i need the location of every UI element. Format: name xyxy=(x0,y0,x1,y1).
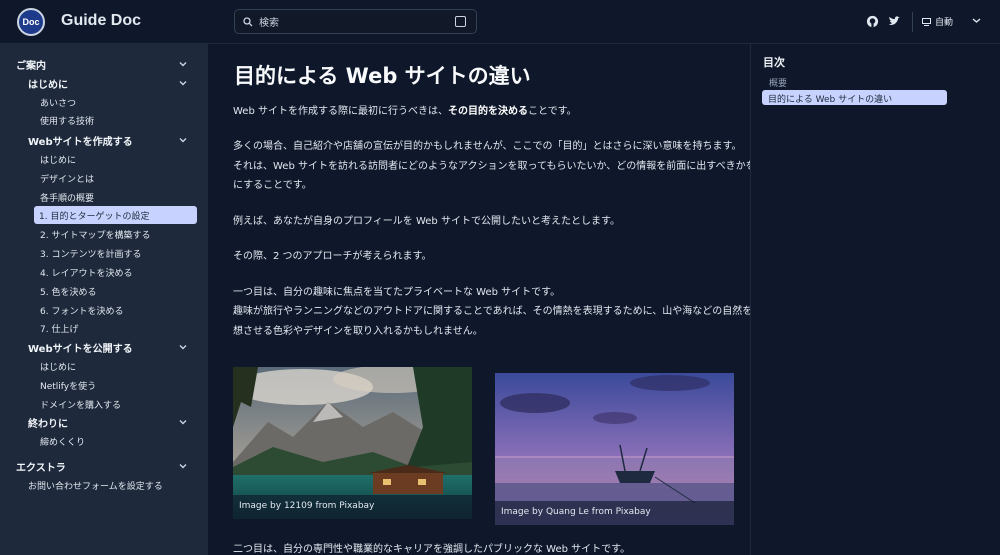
text-span: Web サイトを作成する際に最初に行うべきは、 xyxy=(233,106,448,117)
nav-label: 各手順の概要 xyxy=(40,193,95,204)
nav-label: はじめに xyxy=(40,155,77,166)
sidebar-item-step3[interactable]: 3. コンテンツを計画する xyxy=(0,244,208,262)
sidebar-section-extra[interactable]: エクストラ xyxy=(0,457,208,475)
nav-label: ドメインを購入する xyxy=(40,400,122,411)
sidebar-item-steps[interactable]: 各手順の概要 xyxy=(0,188,208,206)
paragraph-line: 多くの場合、自己紹介や店舗の宣伝が目的かもしれませんが、ここでの「目的」とはさら… xyxy=(233,141,742,152)
sidebar-item-shimekukuri[interactable]: 締めくくり xyxy=(0,432,208,450)
monitor-icon xyxy=(922,17,931,26)
sidebar-item-step7[interactable]: 7. 仕上げ xyxy=(0,319,208,337)
paragraph-line: その際、2 つのアプローチが考えられます。 xyxy=(233,251,432,262)
paragraph-line: 想させる色彩やデザインを取り入れるかもしれません。 xyxy=(233,326,483,337)
paragraph-line: それは、Web サイトを訪れる訪問者にどのようなアクションを取ってもらいたいか、… xyxy=(233,161,776,172)
nav-label: 4. レイアウトを決める xyxy=(40,268,133,279)
sidebar-item-form[interactable]: お問い合わせフォームを設定する xyxy=(0,476,208,494)
search-icon xyxy=(243,16,253,26)
header-divider xyxy=(912,12,913,32)
table-of-contents: 目次 概要 目的による Web サイトの違い xyxy=(750,44,1000,555)
theme-selector[interactable]: 自動 xyxy=(922,15,953,28)
section-label: 終わりに xyxy=(28,418,68,430)
toc-item-overview[interactable]: 概要 xyxy=(769,76,787,89)
nav-label: 1. 目的とターゲットの設定 xyxy=(39,212,150,222)
sidebar-nav: ご案内 はじめに あいさつ 使用する技術 Webサイトを作成する はじめに デザ… xyxy=(0,44,208,555)
chevron-down-icon xyxy=(179,138,187,143)
section-label: ご案内 xyxy=(16,60,46,72)
twitter-icon[interactable] xyxy=(887,14,901,28)
sidebar-item-step1-active[interactable]: 1. 目的とターゲットの設定 xyxy=(34,206,197,224)
nav-label: 3. コンテンツを計画する xyxy=(40,249,142,260)
paragraph-line: 一つ目は、自分の趣味に焦点を当てたプライベートな Web サイトです。 xyxy=(233,287,561,298)
top-header: Doc Guide Doc 検索 自動 xyxy=(0,0,1000,44)
paragraph-line: 趣味が旅行やランニングなどのアウトドアに関することであれば、その情熱を表現するた… xyxy=(233,306,763,317)
sidebar-item-hajimeni3[interactable]: はじめに xyxy=(0,357,208,375)
sidebar-item-step5[interactable]: 5. 色を決める xyxy=(0,282,208,300)
nav-label: 6. フォントを決める xyxy=(40,306,124,317)
sidebar-item-domain[interactable]: ドメインを購入する xyxy=(0,395,208,413)
toc-title: 目次 xyxy=(763,56,785,69)
nav-label: はじめに xyxy=(40,362,77,373)
paragraph-line: にすることです。 xyxy=(233,180,312,191)
nav-label: 使用する技術 xyxy=(40,116,95,127)
nav-label: お問い合わせフォームを設定する xyxy=(28,481,163,492)
chevron-down-icon xyxy=(179,345,187,350)
search-input[interactable]: 検索 xyxy=(234,9,477,34)
sidebar-item-hajimeni2[interactable]: はじめに xyxy=(0,150,208,168)
chevron-down-icon xyxy=(179,81,187,86)
paragraph-intro: Web サイトを作成する際に最初に行うべきは、その目的を決めることです。 xyxy=(233,102,577,121)
page-title: 目的による Web サイトの違い xyxy=(234,64,531,88)
chevron-down-icon[interactable] xyxy=(972,17,981,24)
mountain-lake-image: Image by 12109 from Pixabay xyxy=(233,367,472,519)
sidebar-section-end[interactable]: 終わりに xyxy=(0,413,208,431)
boat-sunset-image: Image by Quang Le from Pixabay xyxy=(495,373,734,525)
site-title[interactable]: Guide Doc xyxy=(61,12,141,30)
github-icon[interactable] xyxy=(865,14,879,28)
image-caption: Image by 12109 from Pixabay xyxy=(233,495,472,519)
sidebar-section-create[interactable]: Webサイトを作成する xyxy=(0,131,208,149)
nav-label: 5. 色を決める xyxy=(40,287,97,298)
search-shortcut-icon xyxy=(455,16,466,27)
nav-label: あいさつ xyxy=(40,98,77,109)
sidebar-item-netlify[interactable]: Netlifyを使う xyxy=(0,376,208,394)
sidebar-section-guide[interactable]: ご案内 xyxy=(0,55,208,73)
nav-label: Netlifyを使う xyxy=(40,381,97,392)
section-label: Webサイトを公開する xyxy=(28,343,133,355)
nav-label: 締めくくり xyxy=(40,437,86,448)
theme-label: 自動 xyxy=(935,18,954,28)
nav-label: 7. 仕上げ xyxy=(40,324,79,335)
site-logo[interactable]: Doc xyxy=(17,8,45,36)
chevron-down-icon xyxy=(179,464,187,469)
search-placeholder: 検索 xyxy=(259,18,279,29)
chevron-down-icon xyxy=(179,62,187,67)
sidebar-item-step6[interactable]: 6. フォントを決める xyxy=(0,301,208,319)
section-label: エクストラ xyxy=(16,462,66,474)
sidebar-item-step4[interactable]: 4. レイアウトを決める xyxy=(0,263,208,281)
sidebar-item-step2[interactable]: 2. サイトマップを構築する xyxy=(0,225,208,243)
sidebar-item-aisatsu[interactable]: あいさつ xyxy=(0,93,208,111)
bold-text: その目的を決める xyxy=(447,106,528,117)
paragraph-line: 二つ目は、自分の専門性や職業的なキャリアを強調したパブリックな Web サイトで… xyxy=(233,544,631,555)
sidebar-item-tech[interactable]: 使用する技術 xyxy=(0,111,208,129)
sidebar-section-hajimeni[interactable]: はじめに xyxy=(0,74,208,92)
paragraph-line: 例えば、あなたが自身のプロフィールを Web サイトで公開したいと考えたとします… xyxy=(233,216,620,227)
section-label: Webサイトを作成する xyxy=(28,136,133,148)
text-span: ことです。 xyxy=(527,106,577,117)
sidebar-item-design[interactable]: デザインとは xyxy=(0,169,208,187)
nav-label: デザインとは xyxy=(40,174,95,185)
toc-item-active[interactable]: 目的による Web サイトの違い xyxy=(762,90,947,105)
sidebar-section-publish[interactable]: Webサイトを公開する xyxy=(0,338,208,356)
image-caption: Image by Quang Le from Pixabay xyxy=(495,501,734,525)
section-label: はじめに xyxy=(28,79,68,91)
main-content: 目的による Web サイトの違い Web サイトを作成する際に最初に行うべきは、… xyxy=(208,44,776,555)
nav-label: 2. サイトマップを構築する xyxy=(40,230,151,241)
logo-text: Doc xyxy=(22,17,40,27)
chevron-down-icon xyxy=(179,420,187,425)
